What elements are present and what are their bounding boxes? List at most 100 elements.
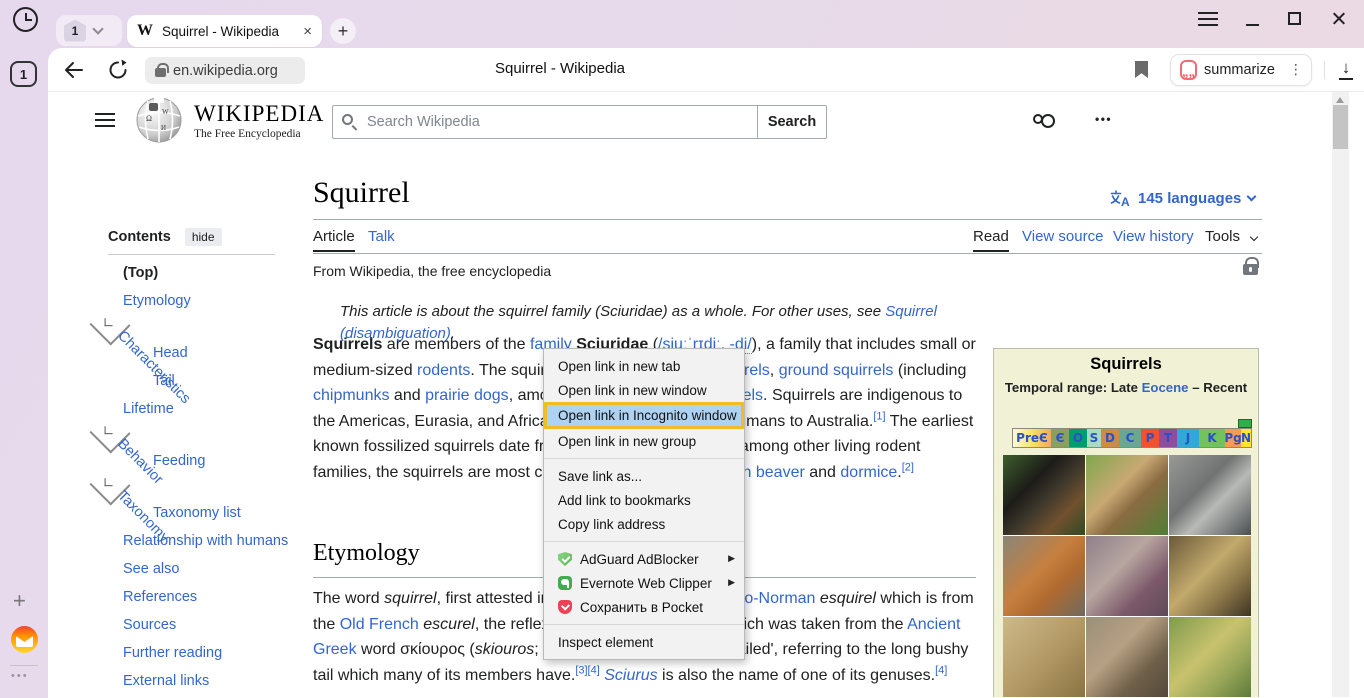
toc-item-tail[interactable]: Tail (95, 367, 295, 395)
browser-menu-icon[interactable] (1198, 12, 1218, 26)
squirrel-photo-prevosts-squirrel[interactable] (1003, 455, 1085, 535)
wiki-main-menu-icon[interactable] (95, 113, 115, 127)
tab-view-history[interactable]: View history (1113, 228, 1194, 245)
toc-item-etymology[interactable]: Etymology (95, 287, 295, 315)
geo-segment-carboniferous[interactable]: C (1119, 429, 1141, 447)
geo-segment-cretaceous[interactable]: K (1199, 429, 1225, 447)
geo-segment-permian[interactable]: P (1141, 429, 1159, 447)
more-options-icon[interactable]: ••• (1095, 112, 1112, 126)
rail-more-icon[interactable]: ••• (11, 670, 29, 682)
inline-link[interactable]: Old French (340, 616, 419, 633)
inline-link[interactable]: prairie dogs (425, 387, 509, 404)
toc-item-external-links[interactable]: External links (95, 667, 295, 695)
search-button[interactable]: Search (757, 105, 827, 139)
squirrel-photo-gray-squirrel[interactable] (1169, 455, 1251, 535)
context-menu-item-copy-link-address[interactable]: Copy link address (544, 512, 744, 536)
context-menu-item-open-link-in-new-group[interactable]: Open link in new group (544, 429, 744, 453)
inline-link[interactable]: [2] (902, 462, 914, 474)
tab-view-source[interactable]: View source (1022, 228, 1103, 245)
address-bar-page-title: Squirrel - Wikipedia (440, 60, 680, 77)
tab-tools[interactable]: Tools (1205, 228, 1240, 245)
geo-segment-ordovician[interactable]: O (1069, 429, 1087, 447)
address-bar[interactable]: en.wikipedia.org (145, 57, 305, 84)
squirrel-photo-fox-squirrel[interactable] (1003, 536, 1085, 616)
tab-strip: 1 W Squirrel - Wikipedia × + (0, 0, 1364, 48)
appearance-icon[interactable] (1033, 114, 1043, 124)
maximize-button[interactable] (1288, 12, 1301, 25)
bookmark-icon[interactable] (1135, 61, 1148, 78)
context-menu-item-open-link-in-new-tab[interactable]: Open link in new tab (544, 354, 744, 378)
geo-segment-triassic[interactable]: T (1159, 429, 1177, 447)
back-button[interactable] (62, 58, 86, 82)
inline-link[interactable]: rodents (417, 362, 470, 379)
inline-link[interactable]: Sciurus (604, 667, 657, 684)
geo-segment-paleogene[interactable]: Pg (1225, 429, 1241, 447)
context-menu-item-adguard-adblocker[interactable]: AdGuard AdBlocker ▶ (544, 547, 744, 571)
browser-toolbar: en.wikipedia.org Squirrel - Wikipedia ““… (48, 48, 1364, 92)
squirrel-photo-ground-squirrel-on-rock[interactable] (1086, 536, 1168, 616)
toc-hide-button[interactable]: hide (185, 228, 222, 246)
scrollbar-thumb[interactable] (1333, 105, 1348, 149)
yandex-mail-icon[interactable] (11, 626, 38, 653)
squirrel-photo-california-ground-squirrel[interactable] (1169, 536, 1251, 616)
tab-close-icon[interactable]: × (303, 23, 312, 40)
kebab-menu-icon[interactable]: ⋮ (1289, 62, 1303, 78)
tab-talk[interactable]: Talk (368, 228, 395, 245)
search-input[interactable] (332, 105, 758, 139)
toc-item-further-reading[interactable]: Further reading (95, 639, 295, 667)
summarize-button[interactable]: ““ summarize ⋮ (1170, 54, 1312, 86)
close-window-button[interactable] (1331, 11, 1346, 26)
tab-article[interactable]: Article (313, 228, 355, 252)
geo-segment-jurassic[interactable]: J (1177, 429, 1199, 447)
context-menu-item-open-link-in-new-window[interactable]: Open link in new window (544, 378, 744, 402)
inline-link[interactable]: Eocene (1142, 380, 1189, 395)
squirrel-photo-standing-ground-squirrels[interactable] (1003, 617, 1085, 697)
tab-group-button[interactable]: 1 (56, 15, 122, 46)
context-menu-item-add-link-to-bookmarks[interactable]: Add link to bookmarks (544, 488, 744, 512)
scrollbar-up-arrow[interactable] (1336, 97, 1344, 103)
title-divider (313, 219, 1262, 220)
geo-segment-precambrian[interactable]: PreЄ (1013, 429, 1051, 447)
context-menu-item-open-link-in-incognito-window[interactable]: Open link in Incognito window (544, 402, 744, 429)
toc-item-taxonomy-list[interactable]: Taxonomy list (95, 499, 295, 527)
context-menu-item-save-link-as[interactable]: Save link as... (544, 464, 744, 488)
downloads-icon[interactable]: ↓ (1336, 58, 1356, 82)
toc-item-feeding[interactable]: Feeding (95, 447, 295, 475)
rail-add-icon[interactable]: + (13, 588, 26, 614)
squirrel-photo-chipmunk[interactable] (1086, 455, 1168, 535)
inline-link[interactable]: [4] (935, 664, 947, 676)
squirrel-photo-prairie-dogs[interactable] (1169, 617, 1251, 697)
context-menu-item-save-to-pocket[interactable]: Сохранить в Pocket (544, 595, 744, 619)
inline-link[interactable]: [1] (873, 410, 885, 422)
browser-tab[interactable]: W Squirrel - Wikipedia × (127, 15, 322, 47)
geo-segment-neogene[interactable]: N (1241, 429, 1251, 447)
inline-link[interactable]: ground squirrels (779, 362, 894, 379)
inline-link[interactable]: [3][4] (575, 664, 599, 676)
new-tab-button[interactable]: + (330, 18, 356, 44)
rail-tab-count-badge[interactable]: 1 (10, 61, 37, 87)
squirrel-photo-marmots[interactable] (1086, 617, 1168, 697)
wikipedia-wordmark[interactable]: WIKIPEDIA The Free Encyclopedia (194, 101, 324, 140)
page-scrollbar[interactable] (1332, 92, 1349, 697)
summarize-label: summarize (1204, 62, 1275, 78)
toc-item-see-also[interactable]: See also (95, 555, 295, 583)
reload-button[interactable] (106, 58, 130, 82)
history-clock-icon[interactable] (13, 7, 38, 32)
geo-segment-devonian[interactable]: D (1101, 429, 1119, 447)
toc-item-relationship-with-humans[interactable]: Relationship with humans (95, 527, 295, 555)
inline-link[interactable]: chipmunks (313, 387, 389, 404)
inline-link[interactable]: dormice (840, 464, 897, 481)
toc-item-top[interactable]: (Top) (95, 259, 295, 287)
toc-item-sources[interactable]: Sources (95, 611, 295, 639)
toc-item-lifetime[interactable]: Lifetime (95, 395, 295, 423)
tab-read[interactable]: Read (973, 228, 1009, 252)
toc-item-references[interactable]: References (95, 583, 295, 611)
minimize-button[interactable] (1246, 24, 1259, 26)
context-menu-item-inspect-element[interactable]: Inspect element (544, 630, 744, 654)
wikipedia-globe-logo[interactable]: Ω W И (136, 97, 182, 148)
toc-item-head[interactable]: Head (95, 339, 295, 367)
geo-segment-cambrian[interactable]: Є (1051, 429, 1069, 447)
geo-segment-silurian[interactable]: S (1087, 429, 1101, 447)
context-menu-item-evernote-web-clipper[interactable]: Evernote Web Clipper ▶ (544, 571, 744, 595)
languages-button[interactable]: A 145 languages (1110, 190, 1255, 207)
